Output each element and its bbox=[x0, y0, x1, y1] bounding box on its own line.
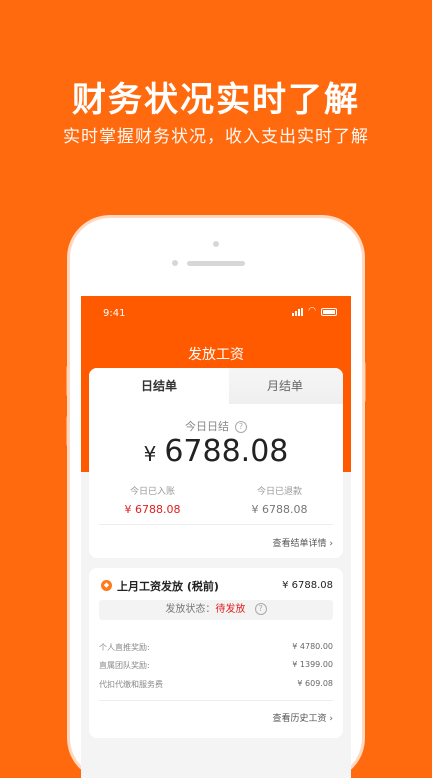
salary-item-value: ¥ 609.08 bbox=[297, 679, 333, 688]
status-bar: 9:41 ◠ bbox=[81, 296, 351, 336]
tab-daily[interactable]: 日结单 bbox=[89, 368, 229, 404]
today-amount-value: 6788.08 bbox=[164, 434, 289, 469]
received-value: ¥ 6788.08 bbox=[124, 503, 181, 516]
refunded-column: 今日已退款 ¥ 6788.08 bbox=[216, 484, 343, 516]
salary-item-value: ¥ 1399.00 bbox=[292, 660, 333, 669]
salary-card: ◆ 上月工资发放 (税前) ¥ 6788.08 发放状态：待发放 ? 个人直推奖… bbox=[89, 568, 343, 738]
phone-camera bbox=[172, 260, 178, 266]
salary-status-bar: 发放状态：待发放 ? bbox=[99, 600, 333, 620]
wifi-icon: ◠ bbox=[308, 306, 316, 316]
app-screen: 9:41 ◠ 发放工资 月结单 日结单 今日日结? ¥6788.08 今日已入账… bbox=[81, 296, 351, 778]
tab-monthly[interactable]: 月结单 bbox=[217, 368, 343, 404]
today-label-row: 今日日结? bbox=[89, 418, 343, 434]
view-statement-details-link[interactable]: 查看结单详情 › bbox=[273, 536, 333, 549]
status-value: 待发放 bbox=[215, 604, 246, 615]
page-title: 发放工资 bbox=[188, 347, 244, 363]
received-label: 今日已入账 bbox=[129, 487, 175, 497]
promo-title: 财务状况实时了解 bbox=[72, 80, 360, 120]
signal-icon bbox=[292, 307, 304, 316]
currency-symbol: ¥ bbox=[143, 442, 157, 466]
view-salary-history-link[interactable]: 查看历史工资 › bbox=[273, 711, 333, 724]
status-label: 发放状态： bbox=[165, 604, 216, 615]
today-amount: ¥6788.08 bbox=[89, 434, 343, 469]
refunded-value: ¥ 6788.08 bbox=[251, 503, 308, 516]
help-icon[interactable]: ? bbox=[235, 421, 247, 433]
status-icons: ◠ bbox=[292, 307, 337, 316]
salary-item-label: 直属团队奖励: bbox=[99, 661, 150, 670]
salary-item: 代扣代缴和服务费 ¥ 609.08 bbox=[99, 679, 333, 690]
salary-item-label: 个人直推奖励: bbox=[99, 643, 150, 652]
salary-item: 个人直推奖励: ¥ 4780.00 bbox=[99, 642, 333, 653]
salary-icon: ◆ bbox=[101, 580, 112, 591]
phone-power-button bbox=[362, 362, 366, 402]
phone-speaker bbox=[187, 261, 245, 266]
battery-icon bbox=[321, 307, 337, 316]
salary-title: 上月工资发放 (税前) bbox=[117, 580, 219, 593]
refunded-label: 今日已退款 bbox=[256, 487, 302, 497]
salary-item: 直属团队奖励: ¥ 1399.00 bbox=[99, 660, 333, 671]
today-label: 今日日结 bbox=[185, 420, 229, 433]
phone-frame: 9:41 ◠ 发放工资 月结单 日结单 今日日结? ¥6788.08 今日已入账… bbox=[70, 218, 362, 778]
phone-sensor bbox=[213, 241, 219, 247]
received-column: 今日已入账 ¥ 6788.08 bbox=[89, 484, 216, 516]
status-time: 9:41 bbox=[103, 308, 126, 319]
daily-summary-card: 月结单 日结单 今日日结? ¥6788.08 今日已入账 ¥ 6788.08 今… bbox=[89, 368, 343, 558]
tab-bar: 月结单 日结单 bbox=[89, 368, 343, 404]
status-help-icon[interactable]: ? bbox=[254, 603, 267, 615]
salary-item-label: 代扣代缴和服务费 bbox=[99, 680, 163, 689]
salary-item-value: ¥ 4780.00 bbox=[292, 642, 333, 651]
salary-amount: ¥ 6788.08 bbox=[282, 580, 333, 591]
promo-subtitle: 实时掌握财务状况，收入支出实时了解 bbox=[63, 127, 369, 147]
divider bbox=[99, 700, 333, 701]
divider bbox=[99, 524, 333, 525]
